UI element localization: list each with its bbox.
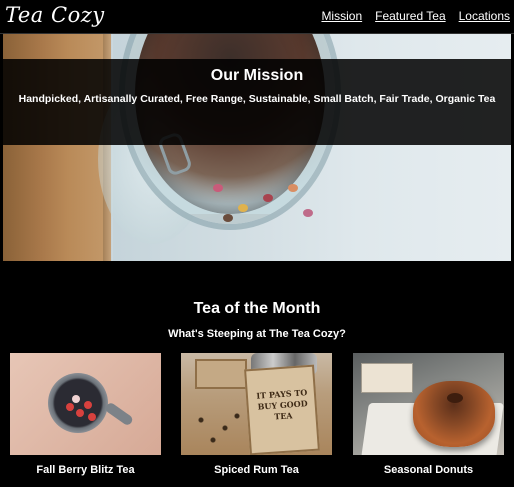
mission-title: Our Mission <box>210 67 304 84</box>
nav-link-featured-tea[interactable]: Featured Tea <box>375 9 446 23</box>
tea-card-seasonal-donuts[interactable]: Seasonal Donuts <box>353 353 504 476</box>
tea-name: Fall Berry Blitz Tea <box>36 464 135 476</box>
fall-berry-blitz-image[interactable] <box>10 353 161 455</box>
spiced-rum-tea-image[interactable]: IT PAYS TO BUY GOOD TEA <box>181 353 332 455</box>
nav-link-mission[interactable]: Mission <box>321 9 362 23</box>
tea-name: Spiced Rum Tea <box>214 464 299 476</box>
seasonal-donuts-image[interactable] <box>353 353 504 455</box>
tea-mug <box>48 373 108 433</box>
mission-hero-image: Our Mission Handpicked, Artisanally Cura… <box>3 34 511 261</box>
site-logo[interactable]: Tea Cozy <box>5 3 105 27</box>
tea-box-label: IT PAYS TO BUY GOOD TEA <box>256 387 308 422</box>
tea-card-fall-berry-blitz[interactable]: Fall Berry Blitz Tea <box>10 353 161 476</box>
mission-statement: Handpicked, Artisanally Curated, Free Ra… <box>18 93 496 105</box>
featured-section-title: Tea of the Month <box>193 300 321 317</box>
featured-section-subtitle: What's Steeping at The Tea Cozy? <box>168 328 346 340</box>
donut <box>413 381 495 447</box>
tea-box: IT PAYS TO BUY GOOD TEA <box>244 364 320 455</box>
site-header: Tea Cozy Mission Featured Tea Locations <box>0 0 514 34</box>
main-nav: Mission Featured Tea Locations <box>321 9 510 23</box>
tea-name: Seasonal Donuts <box>383 464 474 476</box>
nav-link-locations[interactable]: Locations <box>459 9 510 23</box>
tea-card-spiced-rum[interactable]: IT PAYS TO BUY GOOD TEA Spiced Rum Tea <box>181 353 332 476</box>
